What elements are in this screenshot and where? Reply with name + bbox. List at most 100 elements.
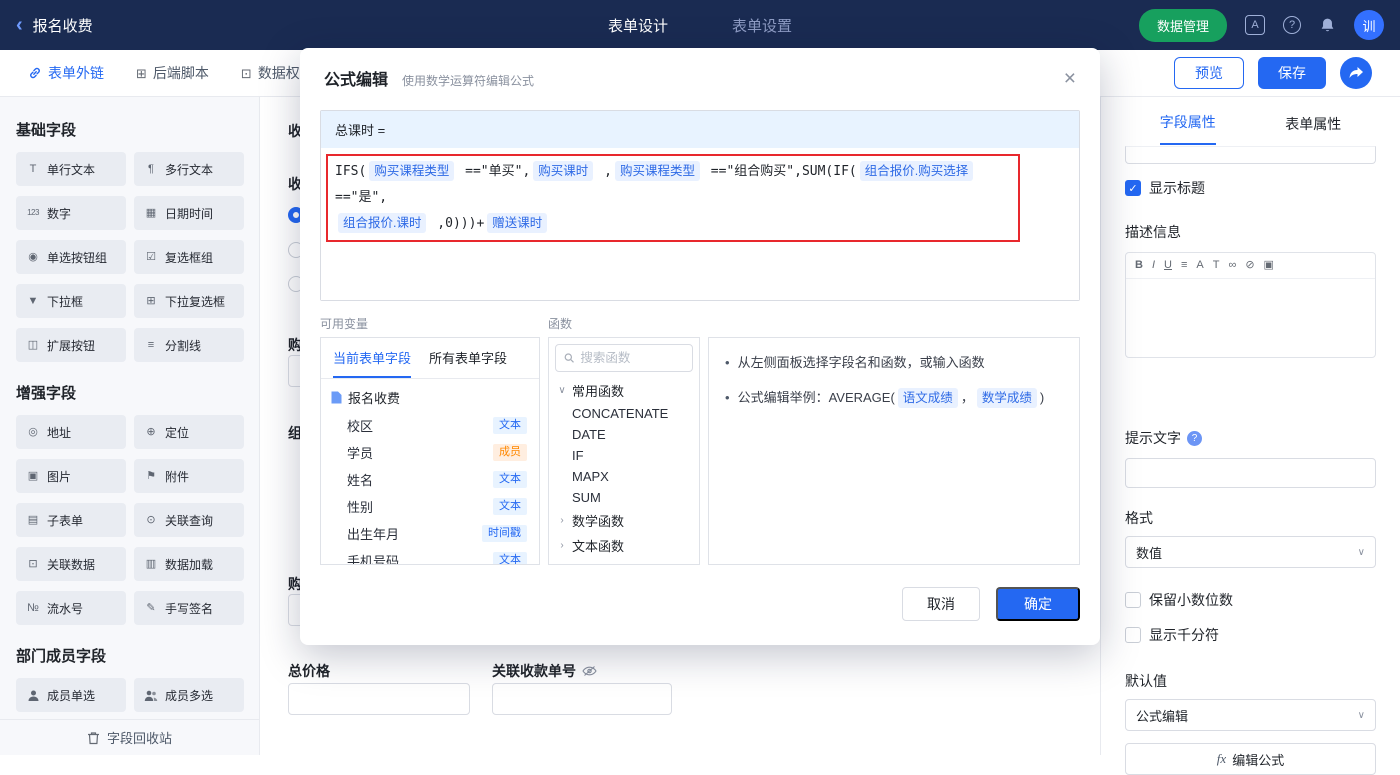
formula-field-chip[interactable]: 组合报价.购买选择 bbox=[859, 161, 974, 181]
formula-field-chip[interactable]: 购买课程类型 bbox=[369, 161, 455, 181]
variable-item[interactable]: 校区 文本 bbox=[321, 412, 539, 439]
function-item[interactable]: IF bbox=[549, 445, 699, 466]
tab-field-properties[interactable]: 字段属性 bbox=[1125, 97, 1251, 145]
field-item-image[interactable]: ▣ 图片 bbox=[16, 459, 126, 493]
variable-item[interactable]: 姓名 文本 bbox=[321, 466, 539, 493]
data-manage-button[interactable]: 数据管理 bbox=[1138, 8, 1227, 42]
field-item-linked-data[interactable]: ⊡ 关联数据 bbox=[16, 547, 126, 581]
formula-editor-modal: 公式编辑 使用数学运算符编辑公式 × 总课时 = IFS(购买课程类型 =="单… bbox=[300, 48, 1100, 645]
preview-button[interactable]: 预览 bbox=[1174, 57, 1244, 89]
field-item-location[interactable]: ⊕ 定位 bbox=[134, 415, 244, 449]
help-icon[interactable]: ? bbox=[1283, 16, 1301, 34]
field-item-signature[interactable]: ✎ 手写签名 bbox=[134, 591, 244, 625]
formula-field-chip[interactable]: 购买课程类型 bbox=[614, 161, 700, 181]
close-icon[interactable]: × bbox=[1064, 68, 1076, 89]
tree-root-form[interactable]: 报名收费 bbox=[321, 379, 539, 412]
serial-number-icon: № bbox=[27, 601, 39, 614]
field-item-number[interactable]: 123 数字 bbox=[16, 196, 126, 230]
hint-help-icon[interactable]: ? bbox=[1187, 430, 1202, 446]
formula-field-chip[interactable]: 赠送课时 bbox=[487, 213, 548, 233]
description-editor[interactable]: B I U ≡ A T ∞ ⊘ ▣ bbox=[1125, 252, 1376, 358]
formula-text: =="是", bbox=[335, 190, 388, 205]
field-item-divider[interactable]: ≡ 分割线 bbox=[134, 328, 244, 362]
field-item-dropdown[interactable]: ▼ 下拉框 bbox=[16, 284, 126, 318]
variable-item[interactable]: 出生年月 时间戳 bbox=[321, 520, 539, 547]
save-button[interactable]: 保存 bbox=[1258, 57, 1326, 89]
function-group-label: 常用函数 bbox=[572, 384, 625, 399]
function-item[interactable]: MAPX bbox=[549, 466, 699, 487]
field-item-serial-number[interactable]: № 流水号 bbox=[16, 591, 126, 625]
field-item-multi-dropdown[interactable]: ⊞ 下拉复选框 bbox=[134, 284, 244, 318]
field-item-label: 扩展按钮 bbox=[47, 338, 96, 353]
formula-field-chip[interactable]: 组合报价.课时 bbox=[338, 213, 427, 233]
formula-editor-area[interactable]: IFS(购买课程类型 =="单买", 购买课时 , 购买课程类型 =="组合购买",… bbox=[321, 148, 1079, 300]
field-item-data-load[interactable]: ▥ 数据加载 bbox=[134, 547, 244, 581]
backend-script-tab[interactable]: ⊞ 后端脚本 bbox=[136, 63, 209, 83]
field-item-datetime[interactable]: ▦ 日期时间 bbox=[134, 196, 244, 230]
thousand-separator-checkbox[interactable] bbox=[1125, 627, 1141, 643]
bullet-icon: • bbox=[725, 355, 730, 370]
field-item-extend-button[interactable]: ◫ 扩展按钮 bbox=[16, 328, 126, 362]
insert-image-icon[interactable]: ▣ bbox=[1264, 260, 1274, 271]
formula-field-chip[interactable]: 购买课时 bbox=[533, 161, 594, 181]
format-select[interactable]: 数值 ∨ bbox=[1125, 536, 1376, 568]
field-item-attachment[interactable]: ⚑ 附件 bbox=[134, 459, 244, 493]
field-item-checkbox-group[interactable]: ☑ 复选框组 bbox=[134, 240, 244, 274]
tab-all-form-fields[interactable]: 所有表单字段 bbox=[429, 348, 507, 378]
underline-icon[interactable]: U bbox=[1164, 260, 1172, 271]
field-recycle-bin[interactable]: 字段回收站 bbox=[0, 719, 259, 755]
font-size-icon[interactable]: T bbox=[1213, 260, 1220, 271]
function-group-text[interactable]: › 文本函数 bbox=[549, 533, 699, 558]
field-item-subform[interactable]: ▤ 子表单 bbox=[16, 503, 126, 537]
font-color-icon[interactable]: A bbox=[1196, 260, 1203, 271]
keep-decimal-checkbox[interactable] bbox=[1125, 592, 1141, 608]
link-icon[interactable]: ∞ bbox=[1228, 260, 1236, 271]
related-receipt-input[interactable] bbox=[492, 683, 672, 715]
tab-current-form-fields[interactable]: 当前表单字段 bbox=[333, 348, 412, 378]
default-value-select[interactable]: 公式编辑 ∨ bbox=[1125, 699, 1376, 731]
tab-form-settings[interactable]: 表单设置 bbox=[732, 15, 792, 36]
variable-name: 校区 bbox=[347, 419, 374, 434]
scrolled-input-partial[interactable] bbox=[1125, 146, 1376, 164]
italic-icon[interactable]: I bbox=[1152, 260, 1155, 271]
field-item-single-line-text[interactable]: T 单行文本 bbox=[16, 152, 126, 186]
field-item-address[interactable]: ◎ 地址 bbox=[16, 415, 126, 449]
tab-form-properties[interactable]: 表单属性 bbox=[1251, 97, 1377, 145]
field-item-radio-group[interactable]: ◉ 单选按钮组 bbox=[16, 240, 126, 274]
function-search-input[interactable] bbox=[580, 351, 684, 365]
translate-icon[interactable]: A bbox=[1245, 15, 1265, 35]
total-price-input[interactable] bbox=[288, 683, 470, 715]
field-item-linked-query[interactable]: ⊙ 关联查询 bbox=[134, 503, 244, 537]
function-item[interactable]: DATE bbox=[549, 424, 699, 445]
function-search[interactable] bbox=[555, 344, 693, 372]
function-item[interactable]: CONCATENATE bbox=[549, 403, 699, 424]
edit-formula-button[interactable]: fx 编辑公式 bbox=[1125, 743, 1376, 775]
show-title-checkbox[interactable]: ✓ bbox=[1125, 180, 1141, 196]
tab-form-design[interactable]: 表单设计 bbox=[608, 15, 668, 36]
align-icon[interactable]: ≡ bbox=[1181, 260, 1187, 271]
function-item[interactable]: SUM bbox=[549, 487, 699, 508]
field-item-member-multi[interactable]: 成员多选 bbox=[134, 678, 244, 712]
avatar[interactable]: 训 bbox=[1354, 10, 1384, 40]
variable-item[interactable]: 学员 成员 bbox=[321, 439, 539, 466]
field-item-multi-line-text[interactable]: ¶ 多行文本 bbox=[134, 152, 244, 186]
confirm-button[interactable]: 确定 bbox=[996, 587, 1080, 621]
variable-item[interactable]: 性别 文本 bbox=[321, 493, 539, 520]
variable-item[interactable]: 手机号码 文本 bbox=[321, 547, 539, 564]
function-group-common[interactable]: ∨ 常用函数 bbox=[549, 378, 699, 403]
hint-text-input[interactable] bbox=[1125, 458, 1376, 488]
function-group-math[interactable]: › 数学函数 bbox=[549, 508, 699, 533]
tab-form-properties-label: 表单属性 bbox=[1285, 116, 1342, 132]
chevron-right-icon: › bbox=[560, 515, 564, 526]
unlink-icon[interactable]: ⊘ bbox=[1245, 260, 1254, 271]
form-external-link-tab[interactable]: 表单外链 bbox=[28, 63, 104, 83]
cancel-button[interactable]: 取消 bbox=[902, 587, 980, 621]
field-item-label: 关联数据 bbox=[47, 557, 96, 572]
share-button[interactable] bbox=[1340, 57, 1372, 89]
default-value-label: 默认值 bbox=[1125, 673, 1167, 689]
back-icon[interactable]: ‹ bbox=[16, 15, 23, 35]
field-item-member-single[interactable]: 成员单选 bbox=[16, 678, 126, 712]
bold-icon[interactable]: B bbox=[1135, 260, 1143, 271]
section-title-member: 部门成员字段 bbox=[16, 648, 107, 665]
notification-bell-icon[interactable] bbox=[1319, 17, 1336, 34]
